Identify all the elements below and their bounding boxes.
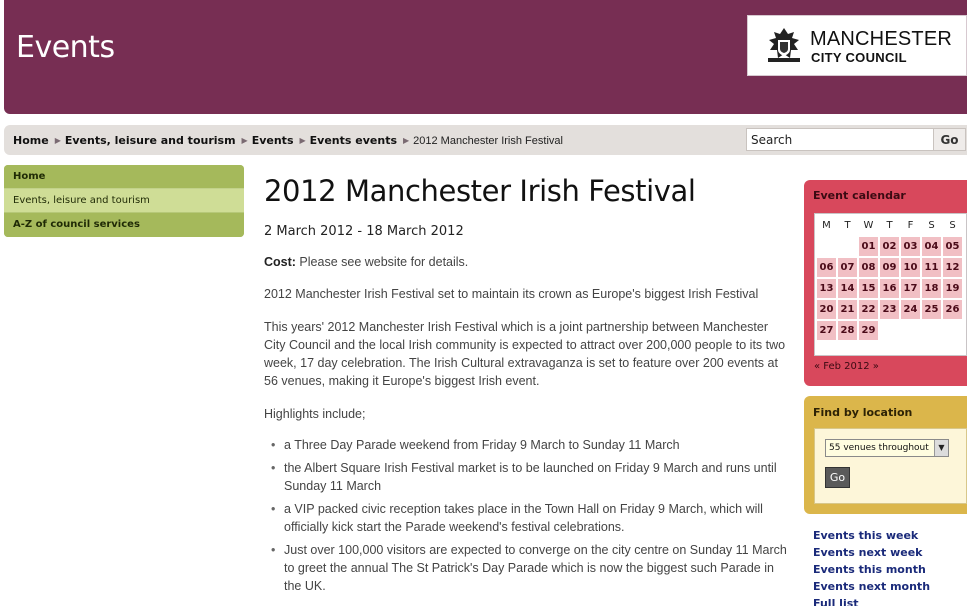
nav-item-home[interactable]: Home [4, 165, 244, 189]
main-content: 2012 Manchester Irish Festival 2 March 2… [264, 174, 792, 600]
calendar-title: Event calendar [813, 189, 906, 202]
calendar-day[interactable]: 04 [922, 237, 941, 256]
breadcrumb-events[interactable]: Events [252, 134, 294, 147]
list-item: a VIP packed civic reception takes place… [271, 500, 792, 536]
logo-text-manchester: MANCHESTER [810, 28, 953, 50]
intro-paragraph: 2012 Manchester Irish Festival set to ma… [264, 287, 759, 301]
triangle-right-icon: ▶ [299, 136, 306, 145]
calendar-weekday: S [928, 220, 935, 231]
nav-item-events-leisure[interactable]: Events, leisure and tourism [4, 189, 244, 213]
calendar-day[interactable]: 13 [817, 279, 836, 298]
council-logo[interactable]: MANCHESTER CITY COUNCIL [747, 15, 967, 76]
calendar-month-nav[interactable]: « Feb 2012 » [814, 361, 879, 372]
calendar-day[interactable]: 15 [859, 279, 878, 298]
calendar-weekday: T [844, 220, 851, 231]
calendar-day[interactable]: 26 [943, 300, 962, 319]
page-title: 2012 Manchester Irish Festival [264, 174, 696, 208]
link-full-list[interactable]: Full list [813, 596, 930, 606]
cost-text: Please see website for details. [295, 255, 469, 269]
calendar-day[interactable]: 23 [880, 300, 899, 319]
calendar-day[interactable]: 27 [817, 321, 836, 340]
breadcrumb-events-leisure[interactable]: Events, leisure and tourism [65, 134, 236, 147]
calendar-day[interactable]: 07 [838, 258, 857, 277]
highlights-intro: Highlights include; [264, 407, 366, 421]
event-quick-links: Events this week Events next week Events… [813, 528, 930, 606]
calendar-day[interactable]: 19 [943, 279, 962, 298]
calendar-day[interactable]: 14 [838, 279, 857, 298]
event-calendar: Event calendar M T W T F S S 01 02 03 04 05 06 07 08 09… [804, 180, 967, 386]
calendar-day[interactable]: 18 [922, 279, 941, 298]
calendar-blank [838, 237, 857, 256]
triangle-right-icon: ▶ [54, 136, 61, 145]
calendar-grid-box: M T W T F S S 01 02 03 04 05 06 07 08 09 10 11 12 13 14 15 16 1… [814, 213, 967, 356]
link-events-next-week[interactable]: Events next week [813, 545, 930, 562]
calendar-day[interactable]: 09 [880, 258, 899, 277]
section-title: Events [16, 30, 115, 65]
breadcrumb-bar: Home ▶ Events, leisure and tourism ▶ Events ▶… [4, 125, 967, 155]
calendar-weekday: T [886, 220, 893, 231]
breadcrumb: Home ▶ Events, leisure and tourism ▶ Events ▶… [13, 134, 563, 147]
calendar-grid: M T W T F S S 01 02 03 04 05 06 07 08 09 10 11 12 13 14 15 16 1… [817, 216, 962, 340]
venue-select[interactable]: 55 venues throughout ▼ [825, 439, 949, 457]
calendar-weekday: W [863, 220, 874, 231]
calendar-day[interactable]: 22 [859, 300, 878, 319]
cost-label: Cost: [264, 255, 296, 269]
list-item: Just over 100,000 visitors are expected … [271, 541, 792, 595]
venue-select-value: 55 venues throughout [829, 443, 929, 453]
calendar-weekday: F [907, 220, 914, 231]
calendar-day[interactable]: 28 [838, 321, 857, 340]
body-paragraph: This years' 2012 Manchester Irish Festiv… [264, 320, 786, 388]
location-go-button[interactable]: Go [825, 467, 850, 488]
find-by-location: Find by location 55 venues throughout ▼ … [804, 396, 967, 514]
event-dates: 2 March 2012 - 18 March 2012 [264, 224, 464, 239]
calendar-weekday: M [822, 220, 831, 231]
calendar-day[interactable]: 17 [901, 279, 920, 298]
calendar-day[interactable]: 16 [880, 279, 899, 298]
link-events-this-month[interactable]: Events this month [813, 562, 930, 579]
calendar-day[interactable]: 06 [817, 258, 836, 277]
calendar-day[interactable]: 11 [922, 258, 941, 277]
calendar-day[interactable]: 03 [901, 237, 920, 256]
list-item: the Albert Square Irish Festival market … [271, 459, 792, 495]
cost-line: Cost: Please see website for details. [264, 253, 792, 271]
calendar-day[interactable]: 05 [943, 237, 962, 256]
calendar-day[interactable]: 02 [880, 237, 899, 256]
breadcrumb-home[interactable]: Home [13, 134, 49, 147]
link-events-this-week[interactable]: Events this week [813, 528, 930, 545]
location-form: 55 venues throughout ▼ Go [814, 428, 967, 504]
triangle-right-icon: ▶ [241, 136, 248, 145]
location-title: Find by location [813, 406, 913, 419]
highlights-list: a Three Day Parade weekend from Friday 9… [264, 436, 792, 595]
calendar-day[interactable]: 29 [859, 321, 878, 340]
nav-item-az-services[interactable]: A-Z of council services [4, 213, 244, 237]
site-header: Events MANCHESTER CITY COUNCIL [4, 0, 967, 114]
list-item: a Three Day Parade weekend from Friday 9… [271, 436, 792, 454]
calendar-day[interactable]: 25 [922, 300, 941, 319]
calendar-day[interactable]: 08 [859, 258, 878, 277]
link-events-next-month[interactable]: Events next month [813, 579, 930, 596]
calendar-day[interactable]: 12 [943, 258, 962, 277]
calendar-blank [817, 237, 836, 256]
breadcrumb-events-events[interactable]: Events events [310, 134, 397, 147]
calendar-day[interactable]: 20 [817, 300, 836, 319]
calendar-day[interactable]: 10 [901, 258, 920, 277]
left-navigation: Home Events, leisure and tourism A-Z of … [4, 165, 244, 237]
calendar-day[interactable]: 21 [838, 300, 857, 319]
breadcrumb-current: 2012 Manchester Irish Festival [413, 135, 563, 147]
calendar-day[interactable]: 01 [859, 237, 878, 256]
calendar-weekday: S [949, 220, 956, 231]
search-go-button[interactable]: Go [934, 128, 966, 151]
chevron-down-icon[interactable]: ▼ [934, 440, 948, 456]
logo-text-city-council: CITY COUNCIL [811, 50, 907, 65]
coat-of-arms-icon [768, 28, 800, 62]
calendar-day[interactable]: 24 [901, 300, 920, 319]
search-input[interactable] [746, 128, 934, 151]
triangle-right-icon: ▶ [403, 136, 410, 145]
